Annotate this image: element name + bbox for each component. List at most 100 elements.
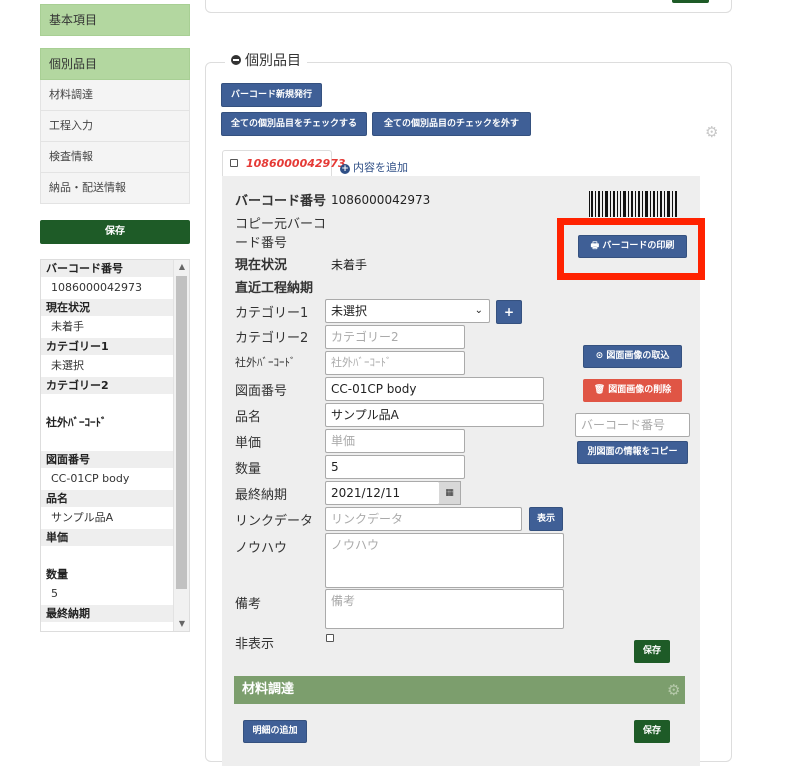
summary-label: カテゴリー1 — [41, 338, 174, 355]
summary-label: 最終納期 — [41, 605, 174, 622]
barcode-image — [585, 191, 682, 219]
summary-value — [41, 546, 174, 566]
delete-drawing-button[interactable]: 🗑 図面画像の削除 — [583, 379, 682, 402]
barcode-label: バーコード番号 — [235, 194, 327, 209]
materials-section-header[interactable]: 材料調達 — [234, 676, 685, 704]
hidden-checkbox[interactable] — [326, 634, 334, 642]
item-checkbox[interactable] — [230, 159, 238, 167]
hidden-label: 非表示 — [235, 637, 275, 652]
category1-select[interactable]: 未選択 ⌄ — [325, 299, 490, 323]
delete-drawing-label: 図面画像の削除 — [608, 385, 672, 395]
item-tab[interactable]: 1086000042973 — [222, 150, 346, 176]
nav-basic-items[interactable]: 基本項目 — [40, 4, 190, 36]
summary-value: 未選択 — [41, 355, 174, 377]
list-item: 図面番号 CC-01CP body — [41, 451, 189, 490]
summary-label: 現在状況 — [41, 299, 174, 316]
item-tab-number: 1086000042973 — [246, 157, 346, 170]
list-item: 数量 5 — [41, 566, 189, 605]
add-category-button[interactable]: + — [496, 300, 522, 324]
summary-label: カテゴリー2 — [41, 377, 174, 394]
name-label: 品名 — [235, 410, 262, 425]
final-due-input[interactable]: 2021/12/11 — [325, 481, 440, 505]
add-content-label: 内容を追加 — [353, 161, 408, 174]
basic-items-panel — [205, 0, 732, 13]
chevron-down-icon: ⌄ — [474, 305, 483, 316]
scroll-thumb[interactable] — [176, 276, 187, 589]
check-all-button[interactable]: 全ての個別品目をチェックする — [221, 112, 367, 136]
summary-label: バーコード番号 — [41, 260, 174, 277]
status-value: 未着手 — [331, 258, 368, 272]
materials-gear-icon[interactable]: ⚙ — [667, 681, 680, 699]
list-item: カテゴリー2 — [41, 377, 189, 412]
highlight-box — [557, 218, 705, 280]
drawing-label: 図面番号 — [235, 384, 288, 399]
category2-label: カテゴリー2 — [235, 331, 309, 346]
qty-label: 数量 — [235, 462, 262, 477]
basic-save-button[interactable] — [672, 0, 709, 3]
summary-value — [41, 433, 174, 451]
barcode-graphic — [589, 191, 677, 217]
form-save-button[interactable]: 保存 — [634, 640, 670, 663]
scroll-up-icon[interactable]: ▲ — [174, 260, 189, 274]
summary-value: CC-01CP body — [41, 468, 174, 490]
status-label: 現在状況 — [235, 258, 288, 273]
summary-scrollbar[interactable]: ▲ ▼ — [173, 260, 189, 631]
drawing-input[interactable]: CC-01CP body — [325, 377, 544, 401]
import-drawing-button[interactable]: ⊙ 図面画像の取込 — [583, 345, 682, 368]
list-item: 最終納期 — [41, 605, 189, 631]
upload-icon: ⊙ — [595, 351, 604, 361]
copy-barcode-input[interactable]: バーコード番号 — [575, 413, 690, 437]
category2-input[interactable]: カテゴリー2 — [325, 325, 465, 349]
nav-item-material[interactable]: 材料調達 — [40, 80, 190, 111]
copy-other-drawing-button[interactable]: 別図面の情報をコピー — [577, 441, 688, 464]
gear-icon[interactable]: ⚙ — [705, 123, 718, 141]
list-item: 品名 サンプル品A — [41, 490, 189, 529]
copy-source-label-line1: コピー元バーコ — [235, 217, 327, 232]
add-content-link[interactable]: + 内容を追加 — [340, 159, 408, 175]
scroll-down-icon[interactable]: ▼ — [174, 617, 189, 631]
name-input[interactable]: サンプル品A — [325, 403, 544, 427]
category1-label: カテゴリー1 — [235, 306, 309, 321]
new-barcode-button[interactable]: バーコード新規発行 — [221, 83, 322, 107]
summary-value — [41, 622, 174, 631]
external-barcode-input[interactable]: 社外ﾊﾞｰｺｰﾄﾞ — [325, 351, 465, 375]
qty-input[interactable]: 5 — [325, 455, 465, 479]
summary-value: 1086000042973 — [41, 277, 174, 299]
collapse-icon[interactable] — [231, 55, 241, 65]
panel-legend[interactable]: 個別品目 — [225, 50, 307, 70]
add-detail-button[interactable]: 明細の追加 — [243, 720, 307, 743]
list-item: カテゴリー1 未選択 — [41, 338, 189, 377]
link-input[interactable]: リンクデータ — [325, 507, 522, 531]
category1-selected: 未選択 — [331, 304, 368, 318]
link-label: リンクデータ — [235, 514, 314, 529]
summary-label: 数量 — [41, 566, 174, 583]
calendar-icon[interactable]: ▦ — [439, 481, 461, 505]
notes-textarea[interactable]: 備考 — [325, 589, 564, 629]
nav-item-delivery[interactable]: 納品・配送情報 — [40, 173, 190, 204]
materials-save-button[interactable]: 保存 — [634, 720, 670, 743]
list-item: バーコード番号 1086000042973 — [41, 260, 189, 299]
summary-list: バーコード番号 1086000042973 現在状況 未着手 カテゴリー1 未選択 カ… — [40, 259, 190, 632]
knowhow-textarea[interactable]: ノウハウ — [325, 533, 564, 588]
summary-label: 品名 — [41, 490, 174, 507]
copy-source-label: コピー元バーコ ード番号 — [235, 213, 326, 251]
summary-label: 図面番号 — [41, 451, 174, 468]
summary-value: 未着手 — [41, 316, 174, 338]
price-input[interactable]: 単価 — [325, 429, 465, 453]
recent-due-label: 直近工程納期 — [235, 281, 314, 296]
summary-label: 単価 — [41, 529, 174, 546]
uncheck-all-button[interactable]: 全ての個別品目のチェックを外す — [372, 112, 531, 136]
summary-value: 5 — [41, 583, 174, 605]
list-item: 社外ﾊﾞｰｺｰﾄﾞ — [41, 412, 189, 451]
trash-icon: 🗑 — [593, 385, 606, 395]
nav-item-inspection[interactable]: 検査情報 — [40, 142, 190, 173]
show-link-button[interactable]: 表示 — [529, 507, 563, 531]
plus-circle-icon: + — [340, 164, 350, 174]
list-item: 現在状況 未着手 — [41, 299, 189, 338]
nav-individual-items[interactable]: 個別品目 — [40, 48, 190, 80]
nav-item-process[interactable]: 工程入力 — [40, 111, 190, 142]
external-barcode-label: 社外ﾊﾞｰｺｰﾄﾞ — [235, 356, 296, 369]
nav-save-button[interactable]: 保存 — [40, 220, 190, 244]
copy-source-label-line2: ード番号 — [235, 236, 288, 251]
notes-label: 備考 — [235, 597, 262, 612]
